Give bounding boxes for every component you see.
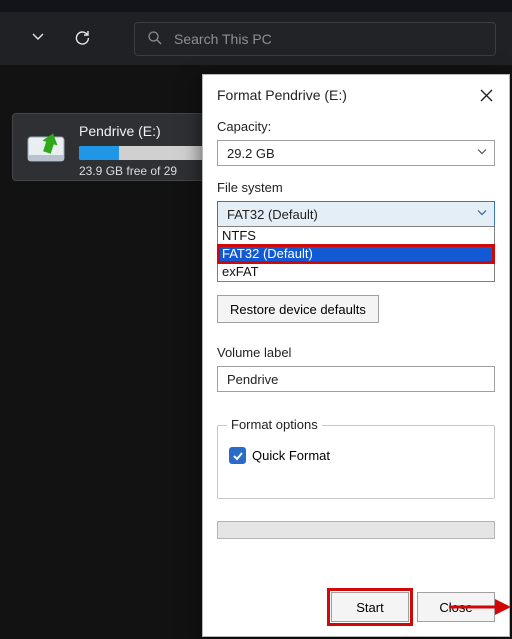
filesystem-option-fat32[interactable]: FAT32 (Default) bbox=[218, 245, 494, 263]
volume-label-input[interactable]: Pendrive bbox=[217, 366, 495, 392]
filesystem-label: File system bbox=[217, 180, 495, 195]
volume-label-value: Pendrive bbox=[227, 372, 278, 387]
chevron-down-icon bbox=[476, 146, 488, 161]
volume-label-label: Volume label bbox=[217, 345, 495, 360]
window-titlebar-strip bbox=[0, 0, 512, 12]
search-placeholder: Search This PC bbox=[174, 31, 272, 47]
usb-drive-icon bbox=[23, 124, 69, 170]
dialog-title: Format Pendrive (E:) bbox=[217, 87, 347, 103]
quick-format-checkbox[interactable]: Quick Format bbox=[229, 447, 330, 464]
progress-bar bbox=[217, 521, 495, 539]
start-button[interactable]: Start bbox=[331, 592, 409, 622]
checkbox-checked-icon bbox=[229, 447, 246, 464]
format-dialog: Format Pendrive (E:) Capacity: 29.2 GB F… bbox=[202, 74, 510, 637]
quick-format-label: Quick Format bbox=[252, 448, 330, 463]
nav-buttons bbox=[0, 12, 120, 65]
capacity-value: 29.2 GB bbox=[227, 146, 275, 161]
close-icon[interactable] bbox=[473, 82, 499, 108]
chevron-down-icon bbox=[476, 207, 488, 222]
explorer-toolbar: Search This PC bbox=[0, 12, 512, 65]
drive-usage-fill bbox=[79, 146, 119, 160]
search-icon bbox=[147, 30, 162, 48]
filesystem-value: FAT32 (Default) bbox=[227, 207, 318, 222]
format-options-label: Format options bbox=[227, 417, 322, 432]
dialog-body: Capacity: 29.2 GB File system FAT32 (Def… bbox=[203, 119, 509, 392]
dialog-footer: Start Close bbox=[203, 592, 509, 622]
close-button[interactable]: Close bbox=[417, 592, 495, 622]
restore-defaults-button[interactable]: Restore device defaults bbox=[217, 295, 379, 323]
chevron-down-icon[interactable] bbox=[30, 28, 46, 49]
filesystem-option-exfat[interactable]: exFAT bbox=[218, 263, 494, 281]
search-input[interactable]: Search This PC bbox=[134, 22, 496, 56]
filesystem-option-ntfs[interactable]: NTFS bbox=[218, 227, 494, 245]
capacity-label: Capacity: bbox=[217, 119, 495, 134]
filesystem-dropdown: NTFS FAT32 (Default) exFAT bbox=[217, 226, 495, 282]
capacity-select[interactable]: 29.2 GB bbox=[217, 140, 495, 166]
filesystem-select[interactable]: FAT32 (Default) bbox=[217, 201, 495, 227]
refresh-icon[interactable] bbox=[74, 28, 91, 50]
dialog-titlebar: Format Pendrive (E:) bbox=[203, 75, 509, 115]
